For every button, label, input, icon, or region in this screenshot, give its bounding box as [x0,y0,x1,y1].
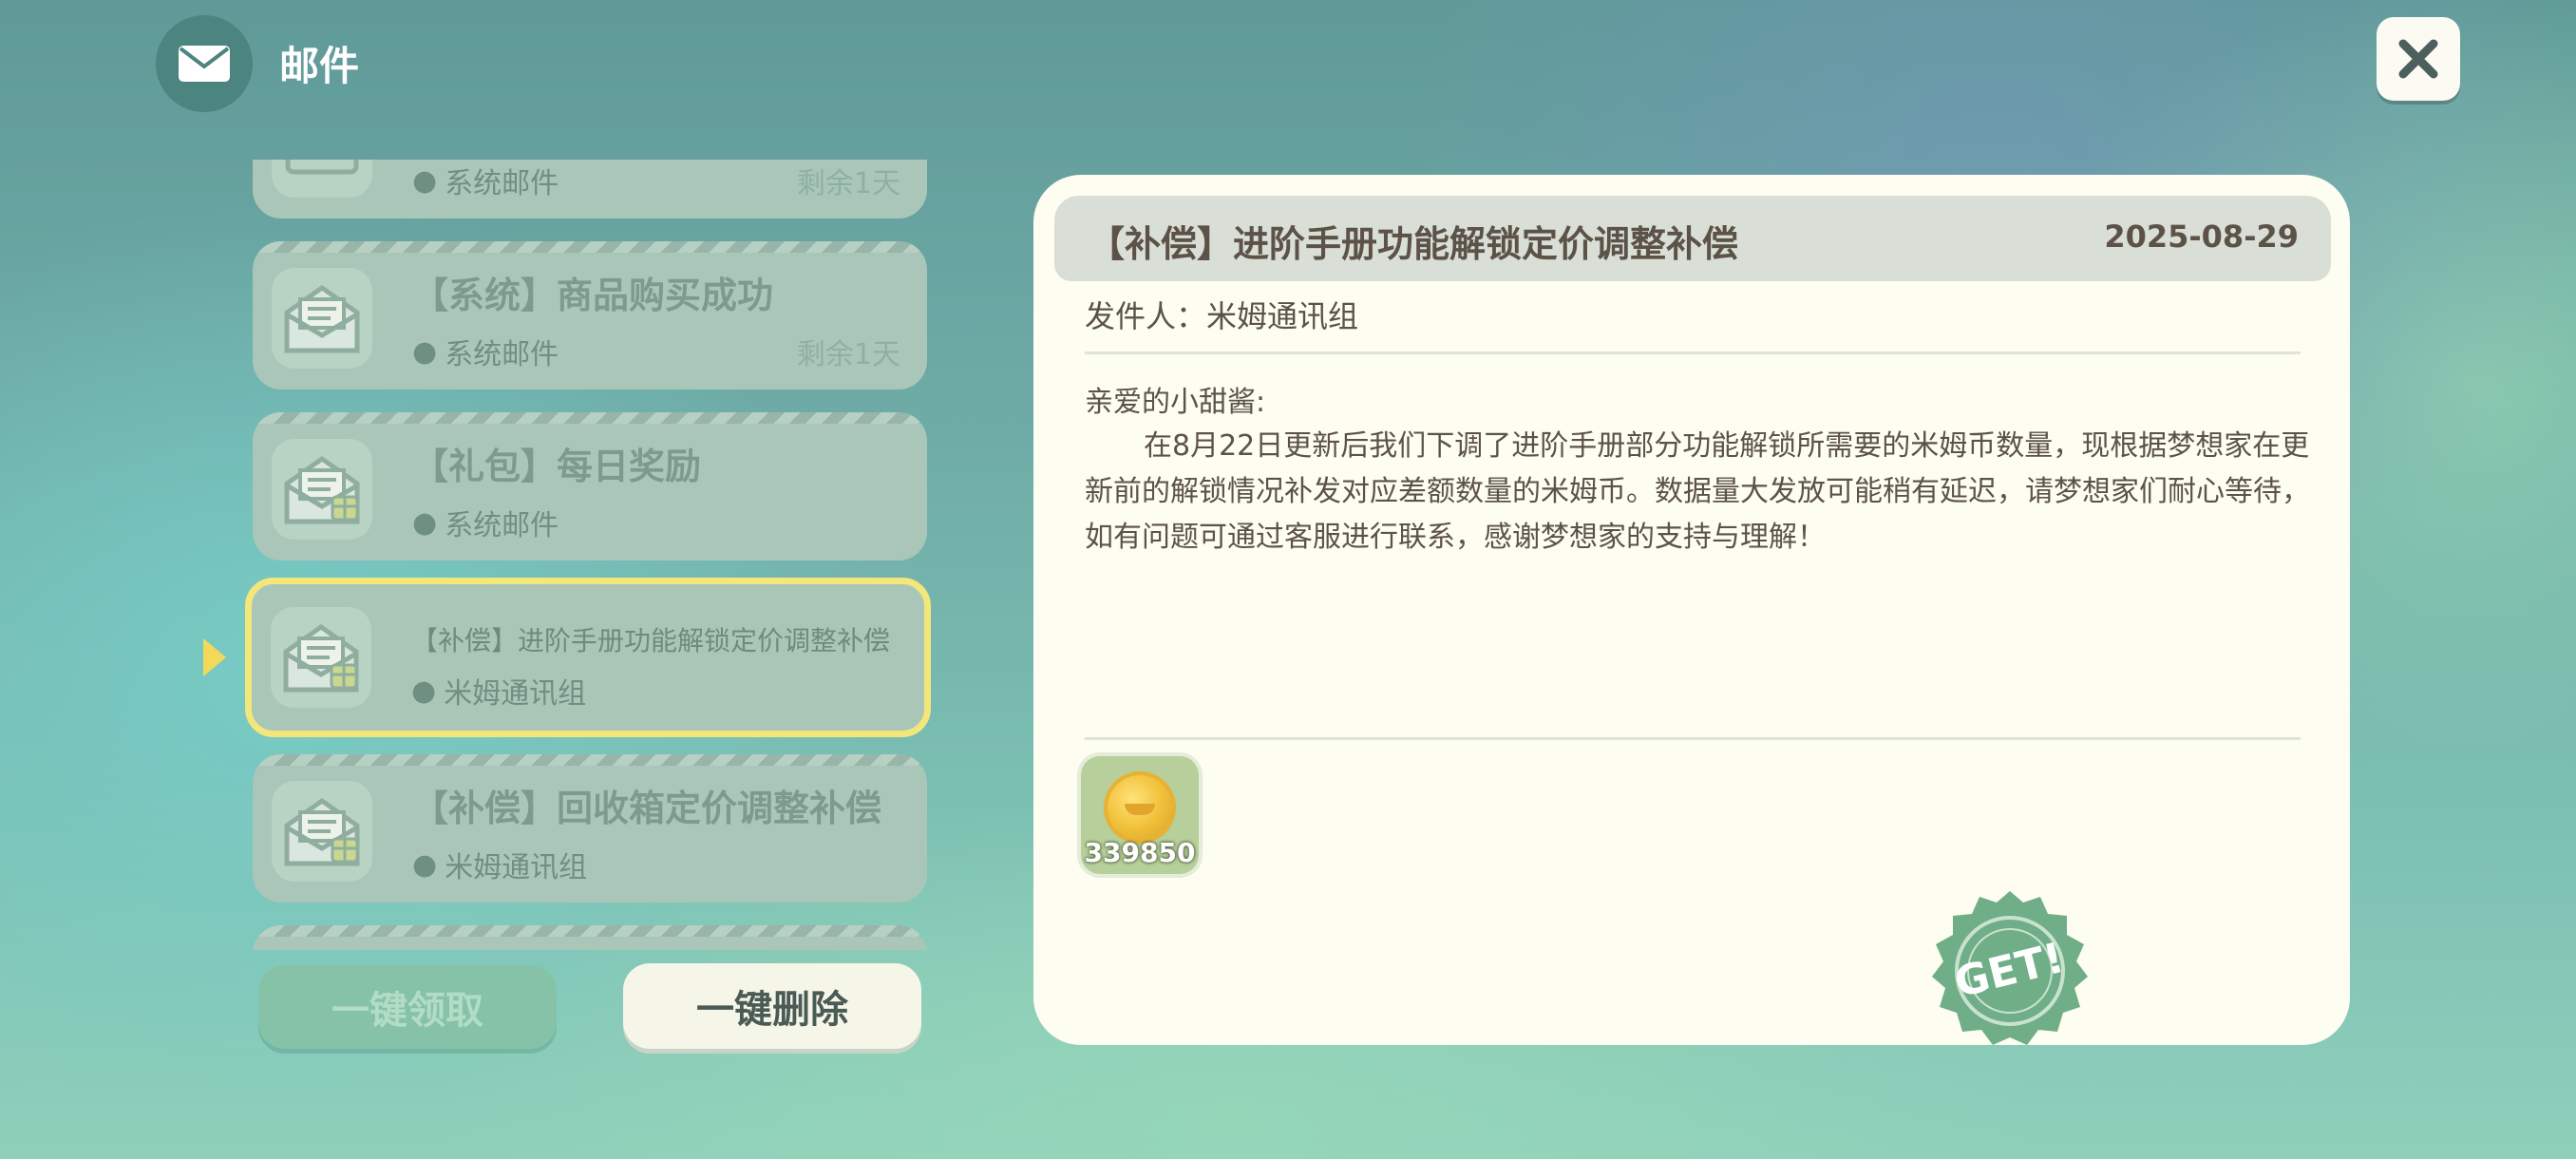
selected-arrow-icon [203,638,226,676]
mail-list-item[interactable]: ● 系统邮件 剩余1天 [253,160,927,218]
mail-expire: 剩余1天 [796,167,900,200]
detail-header: 【补偿】进阶手册功能解锁定价调整补偿 2025-08-29 [1054,196,2331,281]
mail-list[interactable]: ● 系统邮件 剩余1天 【系统】商品购买成功 ● 系统邮件 剩余1天 【礼包】每日奖… [237,160,950,950]
page-title: 邮件 [279,43,360,89]
mail-icon [179,46,230,82]
open-envelope-letter-icon [272,268,372,369]
mail-sender: ● 系统邮件 [412,505,559,543]
mail-title: 【系统】商品购买成功 [412,275,774,316]
get-stamp-icon: GET! [1932,891,2088,1045]
gift-envelope-icon [272,781,372,882]
item-stripe-decoration [253,925,927,937]
person-icon: ● [412,847,438,882]
person-icon: ● [411,674,437,708]
person-icon: ● [412,163,438,198]
mail-sender: ● 系统邮件 [412,334,559,372]
mail-title: 【礼包】每日奖励 [412,446,702,487]
detail-date: 2025-08-29 [2104,218,2299,255]
gift-envelope-icon [272,439,372,540]
envelope-icon [272,160,372,198]
detail-greeting: 亲爱的小甜酱: [1085,386,1266,419]
person-icon: ● [412,334,438,369]
close-button[interactable] [2377,17,2460,101]
mail-list-item[interactable]: 【补偿】回收箱定价调整补偿 ● 米姆通讯组 [253,754,927,902]
mail-title: 【补偿】进阶手册功能解锁定价调整补偿 [411,625,891,656]
divider [1085,737,2301,740]
divider [1085,352,2301,354]
reward-item[interactable]: 339850 [1081,756,1199,874]
delete-all-button[interactable]: 一键删除 [623,963,921,1049]
mail-detail-panel: 【补偿】进阶手册功能解锁定价调整补偿 2025-08-29 发件人：米姆通讯组 … [1033,175,2350,1045]
mail-sender: ● 米姆通讯组 [412,847,588,885]
item-stripe-decoration [253,412,927,424]
mail-list-item[interactable]: 【礼包】每日奖励 ● 系统邮件 [253,412,927,560]
detail-sender: 发件人：米姆通讯组 [1085,298,1359,334]
mail-sender: ● 系统邮件 [412,163,559,201]
close-icon [2398,39,2438,79]
detail-title: 【补偿】进阶手册功能解锁定价调整补偿 [1089,223,1739,265]
mail-sender: ● 米姆通讯组 [411,674,587,712]
person-icon: ● [412,505,438,540]
mail-list-item[interactable] [253,925,927,950]
mail-expire: 剩余1天 [796,338,900,371]
mim-coin-icon [1104,771,1176,844]
mail-list-item[interactable]: 【系统】商品购买成功 ● 系统邮件 剩余1天 [253,241,927,390]
detail-body: 在8月22日更新后我们下调了进阶手册部分功能解锁所需要的米姆币数量，现根据梦想家… [1085,429,2310,554]
gift-envelope-icon [271,607,371,708]
mail-title: 【补偿】回收箱定价调整补偿 [412,788,882,829]
item-stripe-decoration [253,754,927,766]
reward-count: 339850 [1084,837,1196,868]
item-stripe-decoration [253,241,927,253]
mail-badge [156,15,253,112]
mail-list-item-selected[interactable]: 【补偿】进阶手册功能解锁定价调整补偿 ● 米姆通讯组 [245,578,931,737]
claim-all-button[interactable]: 一键领取 [258,965,557,1049]
